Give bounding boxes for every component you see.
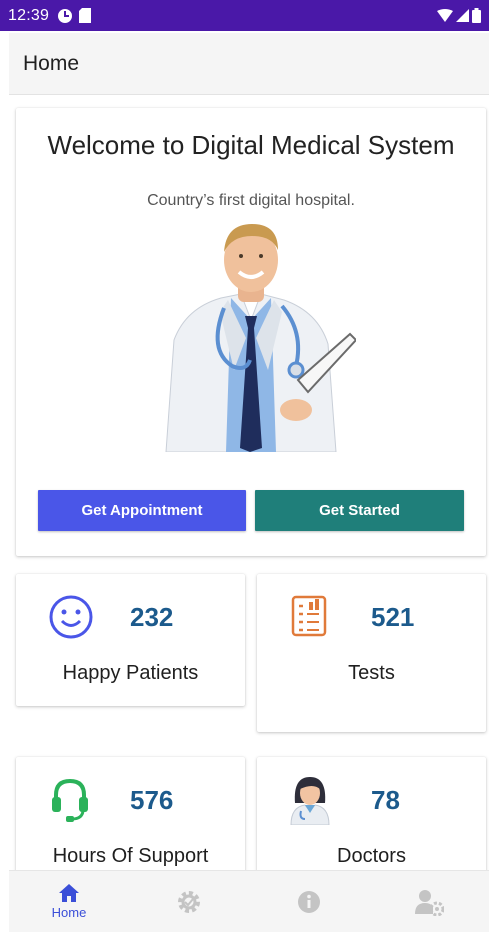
sd-card-icon — [79, 8, 92, 23]
stat-value: 576 — [130, 785, 174, 815]
wifi-icon — [437, 9, 453, 22]
stat-card-tests[interactable]: 521 Tests — [257, 574, 486, 732]
staff-gear-icon — [415, 889, 444, 916]
stat-label: Tests — [348, 662, 395, 684]
status-bar: 12:39 — [0, 0, 489, 31]
stat-value: 521 — [371, 602, 415, 632]
get-appointment-button[interactable]: Get Appointment — [38, 490, 246, 531]
sync-icon — [58, 8, 73, 23]
smiley-face-icon — [49, 595, 93, 639]
nav-item-settings[interactable] — [129, 871, 249, 932]
welcome-subline: Country’s first digital hospital. — [147, 192, 355, 209]
home-icon — [59, 884, 79, 902]
info-icon — [298, 890, 320, 913]
stat-card-hours-of-support[interactable]: 576 Hours Of Support — [16, 757, 245, 887]
nav-item-info[interactable] — [249, 871, 369, 932]
welcome-headline: Welcome to Digital Medical System — [47, 130, 455, 160]
stat-label: Doctors — [337, 845, 406, 867]
nav-item-staff[interactable] — [369, 871, 489, 932]
stat-label: Happy Patients — [62, 662, 199, 684]
nav-item-home[interactable]: Home — [9, 871, 129, 932]
headset-icon — [52, 778, 88, 822]
stat-card-doctors[interactable]: 78 Doctors — [257, 757, 486, 887]
settings-gear-icon — [178, 890, 200, 913]
stat-value: 232 — [130, 602, 174, 632]
female-doctor-icon — [290, 777, 330, 825]
cell-signal-icon — [456, 9, 469, 22]
get-started-button[interactable]: Get Started — [255, 490, 464, 531]
nav-label-home: Home — [51, 905, 87, 920]
doctor-illustration — [165, 224, 356, 452]
battery-icon — [472, 8, 481, 23]
welcome-card: Welcome to Digital Medical System Countr… — [16, 108, 486, 556]
status-time: 12:39 — [8, 6, 50, 24]
stat-value: 78 — [371, 785, 400, 815]
test-report-icon — [291, 595, 327, 637]
page-title: Home — [23, 51, 80, 75]
app-bar: Home — [9, 33, 489, 95]
bottom-navigation: Home — [9, 870, 489, 932]
stat-card-happy-patients[interactable]: 232 Happy Patients — [16, 574, 245, 706]
stat-label: Hours Of Support — [52, 845, 209, 867]
